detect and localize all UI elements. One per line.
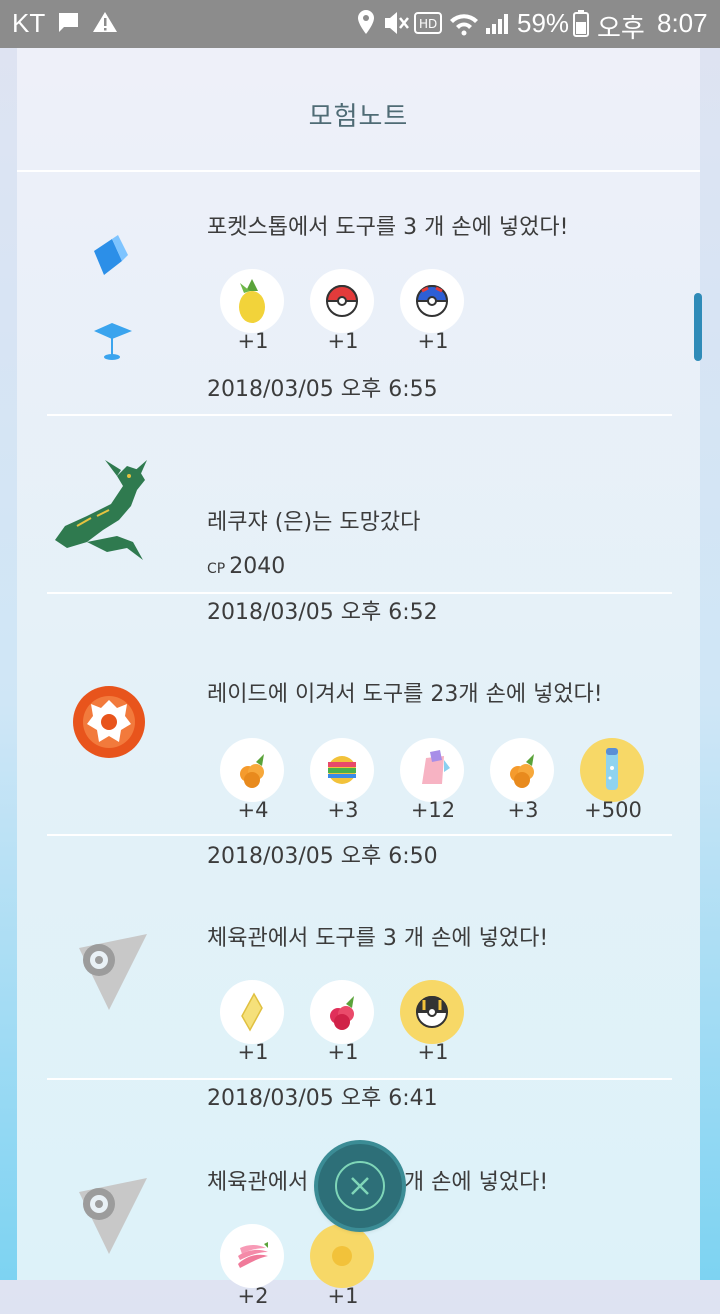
cp-value: CP 2040 xyxy=(207,554,285,579)
golden-razz-berry-icon xyxy=(240,754,264,788)
item-count: +1 xyxy=(327,329,359,353)
cp-label: CP xyxy=(207,561,226,577)
reward-item: +3 xyxy=(310,738,376,828)
poke-ball-icon xyxy=(325,285,359,317)
item-bubble xyxy=(400,980,464,1044)
item-bubble xyxy=(310,738,374,802)
svg-text:HD: HD xyxy=(419,17,437,31)
golden-razz-berry-icon xyxy=(510,754,534,788)
item-bubble xyxy=(400,269,464,333)
item-count: +2 xyxy=(237,1284,269,1308)
close-button[interactable] xyxy=(318,1144,402,1228)
ultra-ball-icon xyxy=(415,996,449,1028)
item-count: +1 xyxy=(327,1284,359,1308)
item-bubble xyxy=(220,738,284,802)
battery-icon xyxy=(573,10,589,37)
gym-icon xyxy=(79,934,147,1010)
gold-item-icon xyxy=(332,1246,352,1266)
item-bubble xyxy=(400,738,464,802)
entry-title: 체육관에서 도구를 3 개 손에 넣었다! xyxy=(207,926,549,951)
journal-header: 모험노트 xyxy=(17,48,700,172)
reward-item: +1 xyxy=(400,980,466,1070)
journal-entry[interactable]: 레이드에 이겨서 도구를 23개 손에 넣었다! +4 +3 +12 +3 +5… xyxy=(17,594,700,869)
item-count: +1 xyxy=(417,329,449,353)
page-title: 모험노트 xyxy=(308,102,409,132)
item-bubble xyxy=(220,269,284,333)
warning-icon xyxy=(93,12,117,32)
close-icon xyxy=(335,1161,385,1211)
item-count: +3 xyxy=(507,798,539,822)
reward-item: +1 xyxy=(220,980,286,1070)
clock: 8:07 xyxy=(657,8,708,38)
pokestop-icon xyxy=(94,235,132,360)
reward-item: +12 xyxy=(400,738,466,828)
location-icon xyxy=(358,10,374,34)
mute-icon xyxy=(385,12,409,34)
wifi-icon xyxy=(450,14,478,36)
signal-icon xyxy=(486,14,508,34)
rare-candy-icon xyxy=(328,756,356,784)
item-bubble xyxy=(220,980,284,1044)
great-ball-icon xyxy=(415,285,449,317)
status-bar: KT HD 59% 오후 8:07 xyxy=(0,0,720,48)
item-count: +4 xyxy=(237,798,269,822)
rayquaza-icon xyxy=(55,460,147,560)
reward-item: +1 xyxy=(310,269,376,359)
nanab-berry-icon xyxy=(238,1242,268,1268)
tm-icon xyxy=(422,750,450,784)
entry-title: 레쿠쟈 (은)는 도망갔다 xyxy=(207,510,421,535)
journal-entry[interactable]: 포켓스톱에서 도구를 3 개 손에 넣었다! +1 +1 +1 2018/03/… xyxy=(17,173,700,417)
journal-entry[interactable]: 체육관에서 도구를 3 개 손에 넣었다! +1 +1 +1 2018/03/0… xyxy=(17,836,700,1111)
razz-berry-icon xyxy=(330,996,354,1030)
entry-title: 포켓스톱에서 도구를 3 개 손에 넣었다! xyxy=(207,215,569,240)
item-count: +1 xyxy=(237,329,269,353)
item-count: +500 xyxy=(584,798,642,822)
item-count: +3 xyxy=(327,798,359,822)
carrier-label: KT xyxy=(12,8,46,38)
reward-item: +1 xyxy=(310,980,376,1070)
item-bubble xyxy=(310,980,374,1044)
battery-percent: 59% xyxy=(517,8,570,38)
reward-item: +1 xyxy=(400,269,466,359)
item-count: +1 xyxy=(327,1040,359,1064)
reward-item: +500 xyxy=(580,738,646,828)
pinap-berry-icon xyxy=(239,279,265,323)
reward-item: +1 xyxy=(220,269,286,359)
journal-panel[interactable]: 모험노트 포켓스톱에서 도구를 3 개 손에 넣었다! +1 +1 +1 201… xyxy=(17,48,702,1308)
item-count: +1 xyxy=(417,1040,449,1064)
hd-icon: HD xyxy=(414,12,442,34)
item-bubble xyxy=(310,1224,374,1288)
item-bubble xyxy=(580,738,644,802)
reward-item: +2 xyxy=(220,1224,286,1314)
raid-badge-icon xyxy=(73,686,145,758)
item-bubble xyxy=(310,269,374,333)
stardust-icon xyxy=(606,748,618,790)
entry-timestamp: 2018/03/05 오후 6:55 xyxy=(207,377,438,402)
journal-entry[interactable]: 레쿠쟈 (은)는 도망갔다 CP 2040 2018/03/05 오후 6:52 xyxy=(17,416,700,625)
gym-icon xyxy=(79,1178,147,1254)
item-count: +12 xyxy=(410,798,456,822)
item-bubble xyxy=(490,738,554,802)
revive-icon xyxy=(241,992,263,1032)
item-bubble xyxy=(220,1224,284,1288)
reward-item: +3 xyxy=(490,738,556,828)
message-icon xyxy=(58,13,78,32)
reward-item: +1 xyxy=(310,1224,376,1314)
item-count: +1 xyxy=(237,1040,269,1064)
cp-number: 2040 xyxy=(229,554,286,579)
ampm-label: 오후 xyxy=(597,13,645,43)
entry-title: 레이드에 이겨서 도구를 23개 손에 넣었다! xyxy=(207,682,603,707)
reward-item: +4 xyxy=(220,738,286,828)
